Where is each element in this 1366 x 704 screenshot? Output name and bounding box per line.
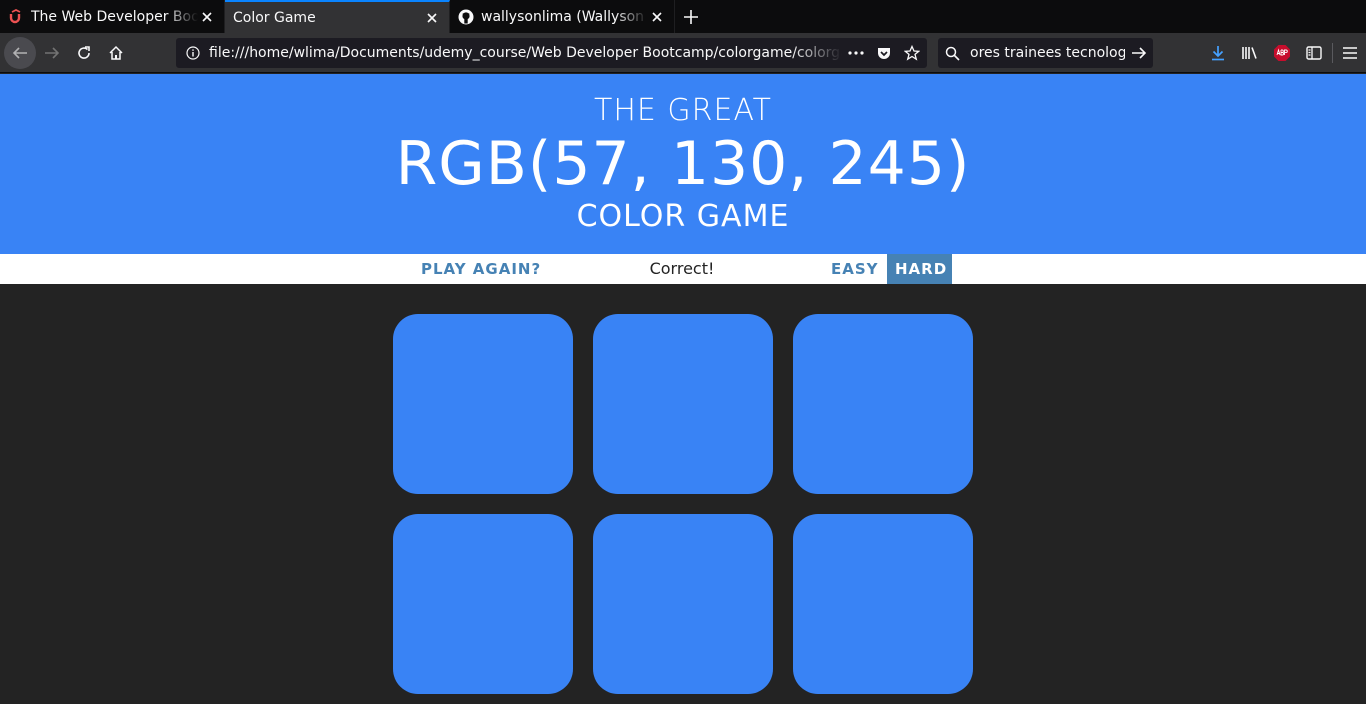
- home-icon: [109, 45, 123, 60]
- page-content: THE GREAT RGB(57, 130, 245) COLOR GAME P…: [0, 74, 1366, 704]
- download-icon: [1212, 46, 1224, 61]
- more-icon: [848, 51, 864, 55]
- adblock-plus-button[interactable]: [1266, 37, 1298, 69]
- menu-button[interactable]: [1334, 37, 1366, 69]
- search-input[interactable]: ores trainees tecnologia: [966, 45, 1125, 61]
- url-text[interactable]: file:///home/wlima/Documents/udemy_cours…: [209, 45, 842, 61]
- bookmark-star-button[interactable]: [898, 39, 926, 67]
- result-message: Correct!: [649, 259, 715, 278]
- udemy-icon: [8, 8, 24, 25]
- close-icon[interactable]: [198, 8, 216, 26]
- title-the-great: THE GREAT: [594, 93, 772, 128]
- new-tab-button[interactable]: [675, 0, 707, 33]
- library-icon: [1242, 47, 1257, 59]
- reload-button[interactable]: [68, 37, 100, 69]
- downloads-button[interactable]: [1202, 37, 1234, 69]
- info-icon[interactable]: [177, 39, 209, 67]
- navigation-toolbar: file:///home/wlima/Documents/udemy_cours…: [0, 33, 1366, 73]
- close-icon[interactable]: [423, 9, 441, 27]
- home-button[interactable]: [100, 37, 132, 69]
- sidebar-icon: [1306, 46, 1322, 60]
- search-go-button[interactable]: [1125, 39, 1153, 67]
- color-display: RGB(57, 130, 245): [395, 129, 971, 199]
- sidebar-toggle-button[interactable]: [1298, 37, 1330, 69]
- color-square[interactable]: [793, 314, 973, 494]
- title-color-game: COLOR GAME: [576, 199, 790, 234]
- plus-icon: [684, 9, 698, 24]
- back-button[interactable]: [4, 36, 36, 69]
- url-bar[interactable]: file:///home/wlima/Documents/udemy_cours…: [176, 38, 927, 68]
- color-square[interactable]: [593, 514, 773, 694]
- arrow-left-icon: [12, 46, 27, 59]
- library-button[interactable]: [1234, 37, 1266, 69]
- hamburger-icon: [1343, 47, 1357, 59]
- easy-mode-button[interactable]: EASY: [823, 254, 887, 284]
- search-bar[interactable]: ores trainees tecnologia: [938, 38, 1153, 68]
- github-icon: [458, 9, 474, 25]
- game-header: THE GREAT RGB(57, 130, 245) COLOR GAME: [0, 74, 1366, 254]
- tab-color-game[interactable]: Color Game: [225, 0, 450, 33]
- tab-title: wallysonlima (Wallyson Lima): [481, 8, 648, 25]
- tab-title: Color Game: [233, 9, 316, 26]
- pocket-icon: [878, 48, 890, 59]
- arrow-right-icon: [45, 46, 60, 59]
- star-icon: [904, 45, 920, 61]
- color-square[interactable]: [793, 514, 973, 694]
- forward-button[interactable]: [36, 37, 68, 69]
- tab-web-developer-bootcamp[interactable]: The Web Developer Bootcamp: [0, 0, 225, 33]
- tab-title: The Web Developer Bootcamp: [31, 8, 198, 25]
- tab-strip: The Web Developer Bootcamp Color Game wa…: [0, 0, 1366, 33]
- control-stripe: PLAY AGAIN? Correct! EASY HARD: [0, 254, 1366, 284]
- tab-github-wallysonlima[interactable]: wallysonlima (Wallyson Lima): [450, 0, 675, 33]
- pocket-button[interactable]: [870, 39, 898, 67]
- color-square[interactable]: [393, 514, 573, 694]
- adblock-icon: [1274, 45, 1290, 61]
- close-icon[interactable]: [648, 8, 666, 26]
- play-again-button[interactable]: PLAY AGAIN?: [413, 254, 549, 284]
- color-square[interactable]: [393, 314, 573, 494]
- color-square[interactable]: [593, 314, 773, 494]
- hard-mode-button[interactable]: HARD: [887, 254, 952, 284]
- arrow-right-icon: [1132, 47, 1147, 59]
- page-actions-button[interactable]: [842, 39, 870, 67]
- search-icon: [938, 39, 966, 67]
- reload-icon: [78, 45, 90, 59]
- toolbar-extensions: [1202, 37, 1366, 69]
